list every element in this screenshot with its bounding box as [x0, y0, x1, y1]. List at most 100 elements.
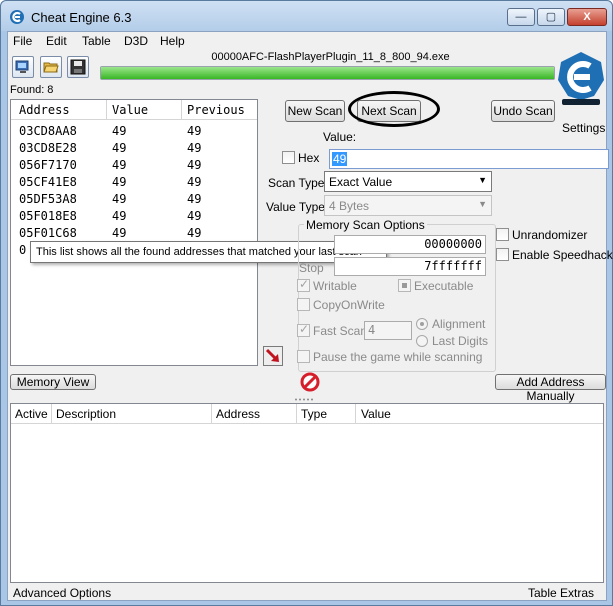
minimize-button[interactable]: —: [507, 8, 535, 26]
window-title: Cheat Engine 6.3: [31, 10, 132, 25]
splitter-handle[interactable]: [8, 397, 606, 402]
add-address-manually-button[interactable]: Add Address Manually: [495, 374, 606, 403]
memory-view-button[interactable]: Memory View: [10, 374, 96, 390]
pointer-arrow-button[interactable]: [263, 346, 283, 366]
row-value: 49: [112, 158, 127, 172]
row-previous: 49: [187, 226, 202, 240]
process-name: 00000AFC-FlashPlayerPlugin_11_8_800_94.e…: [211, 51, 450, 63]
result-row[interactable]: 05F018E8 49 49: [11, 208, 257, 225]
stop-scan-icon[interactable]: [300, 372, 320, 392]
undo-scan-button[interactable]: Undo Scan: [491, 100, 555, 122]
highlight-circle: [348, 91, 440, 127]
result-row[interactable]: 03CD8AA8 49 49: [11, 123, 257, 140]
last-digits-label: Last Digits: [432, 334, 489, 348]
value-label: Value:: [323, 130, 357, 144]
header-address[interactable]: Address: [216, 407, 260, 421]
header-value[interactable]: Value: [112, 103, 148, 117]
row-address: 05F01C68: [19, 226, 77, 240]
hex-checkbox[interactable]: [282, 151, 295, 164]
maximize-button[interactable]: ▢: [537, 8, 565, 26]
speedhack-checkbox[interactable]: [496, 248, 509, 261]
scan-type-dropdown[interactable]: Exact Value ▼: [324, 171, 492, 192]
result-row[interactable]: 03CD8E28 49 49: [11, 140, 257, 157]
new-scan-button[interactable]: New Scan: [285, 100, 345, 122]
settings-label[interactable]: Settings: [562, 121, 605, 135]
row-previous: 49: [187, 158, 202, 172]
alignment-label: Alignment: [432, 317, 486, 331]
header-address[interactable]: Address: [19, 103, 70, 117]
open-folder-icon: [43, 62, 59, 73]
row-address: 056F7170: [19, 158, 77, 172]
row-address: 05DF53A8: [19, 192, 77, 206]
menu-edit[interactable]: Edit: [46, 34, 67, 48]
check-mark-icon: ✓: [299, 277, 310, 291]
open-file-button[interactable]: [40, 56, 62, 78]
start-address-input[interactable]: 00000000: [334, 235, 486, 254]
value-type-dropdown[interactable]: 4 Bytes ▼: [324, 195, 492, 216]
menu-help[interactable]: Help: [160, 34, 185, 48]
address-list[interactable]: Active Description Address Type Value: [10, 403, 604, 583]
row-value: 49: [112, 209, 127, 223]
close-button[interactable]: X: [567, 8, 607, 26]
menu-bar: File Edit Table D3D Help: [8, 32, 606, 50]
last-digits-radio[interactable]: [416, 335, 428, 347]
row-address: 03CD8AA8: [19, 124, 77, 138]
save-button[interactable]: [67, 56, 89, 78]
copy-on-write-checkbox[interactable]: [297, 298, 310, 311]
row-value: 49: [112, 175, 127, 189]
stop-address-input[interactable]: 7fffffff: [334, 257, 486, 276]
hex-label: Hex: [298, 151, 320, 165]
status-bar: Advanced Options Table Extras: [8, 583, 606, 601]
check-mark-icon: ✓: [299, 322, 310, 336]
scan-value-input[interactable]: 49: [329, 149, 609, 169]
scan-progress-bar: [100, 66, 555, 80]
memory-scan-options-title: Memory Scan Options: [304, 218, 427, 232]
header-separator: [211, 404, 212, 424]
header-previous[interactable]: Previous: [187, 103, 245, 117]
cheat-engine-logo[interactable]: [556, 50, 606, 106]
open-process-button[interactable]: [12, 56, 34, 78]
row-previous: 49: [187, 124, 202, 138]
address-list-header: Active Description Address Type Value: [11, 404, 603, 424]
scan-type-value: Exact Value: [329, 175, 393, 189]
pause-game-checkbox[interactable]: [297, 350, 310, 363]
main-client-area: File Edit Table D3D Help 00000AFC-FlashP…: [7, 31, 613, 601]
stop-label: Stop: [299, 261, 324, 275]
scan-progress-fill: [101, 67, 554, 79]
writable-checkbox[interactable]: ✓: [297, 277, 310, 292]
speedhack-label: Enable Speedhack: [512, 248, 613, 262]
unrandomizer-checkbox[interactable]: [496, 228, 509, 241]
header-type[interactable]: Type: [301, 407, 327, 421]
value-type-label: Value Type: [266, 200, 325, 214]
save-icon: [70, 59, 86, 75]
menu-d3d[interactable]: D3D: [124, 34, 148, 48]
fast-scan-input[interactable]: 4: [364, 321, 412, 340]
header-separator: [355, 404, 356, 424]
found-addresses-list[interactable]: Address Value Previous 03CD8AA8 49 49 03…: [10, 99, 258, 366]
title-bar[interactable]: Cheat Engine 6.3 — ▢ X: [1, 1, 612, 31]
chevron-down-icon: ▼: [478, 175, 487, 185]
chevron-down-icon: ▼: [478, 199, 487, 209]
fast-scan-checkbox[interactable]: ✓: [297, 322, 310, 337]
indeterminate-mark-icon: [402, 283, 407, 288]
result-row[interactable]: 05CF41E8 49 49: [11, 174, 257, 191]
pause-game-label: Pause the game while scanning: [313, 350, 483, 364]
unrandomizer-label: Unrandomizer: [512, 228, 588, 242]
result-row[interactable]: 05F01C68 49 49: [11, 225, 257, 242]
menu-file[interactable]: File: [13, 34, 32, 48]
row-previous: 49: [187, 141, 202, 155]
result-row[interactable]: 056F7170 49 49: [11, 157, 257, 174]
menu-table[interactable]: Table: [82, 34, 111, 48]
header-value[interactable]: Value: [361, 407, 391, 421]
table-extras-link[interactable]: Table Extras: [528, 586, 594, 600]
row-address: 05CF41E8: [19, 175, 77, 189]
advanced-options-link[interactable]: Advanced Options: [13, 586, 111, 600]
alignment-radio[interactable]: [416, 318, 428, 330]
header-description[interactable]: Description: [56, 407, 116, 421]
fast-scan-label: Fast Scan: [313, 324, 368, 338]
header-active[interactable]: Active: [15, 407, 48, 421]
row-value: 49: [112, 141, 127, 155]
executable-checkbox[interactable]: [398, 279, 411, 292]
value-type-value: 4 Bytes: [329, 199, 370, 213]
result-row[interactable]: 05DF53A8 49 49: [11, 191, 257, 208]
